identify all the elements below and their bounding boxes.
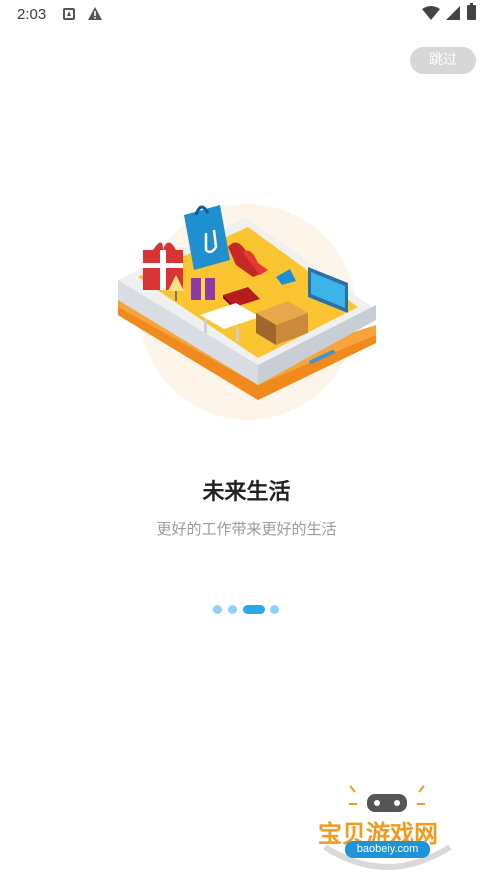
battery-icon: [467, 3, 476, 20]
warning-icon: [88, 7, 102, 20]
page-dot-1: [213, 605, 222, 614]
page-dot-3-active: [243, 605, 265, 614]
onboarding-title: 未来生活: [202, 480, 291, 505]
shopping-phone-illustration: [118, 204, 376, 420]
skip-button[interactable]: 跳过: [410, 47, 476, 74]
watermark-url: baobeiy.com: [345, 841, 430, 858]
wifi-icon: [422, 6, 440, 20]
notification-app-icon: [63, 8, 75, 20]
onboarding-subtitle: 更好的工作带来更好的生活: [156, 520, 337, 538]
status-time: 2:03: [17, 6, 47, 23]
page-dot-2: [228, 605, 237, 614]
cellular-signal-icon: [446, 6, 460, 20]
page-dot-4: [270, 605, 279, 614]
watermark-logo: 宝贝游戏网 baobeiy.com: [315, 782, 460, 872]
status-bar: 2:03: [0, 0, 493, 30]
